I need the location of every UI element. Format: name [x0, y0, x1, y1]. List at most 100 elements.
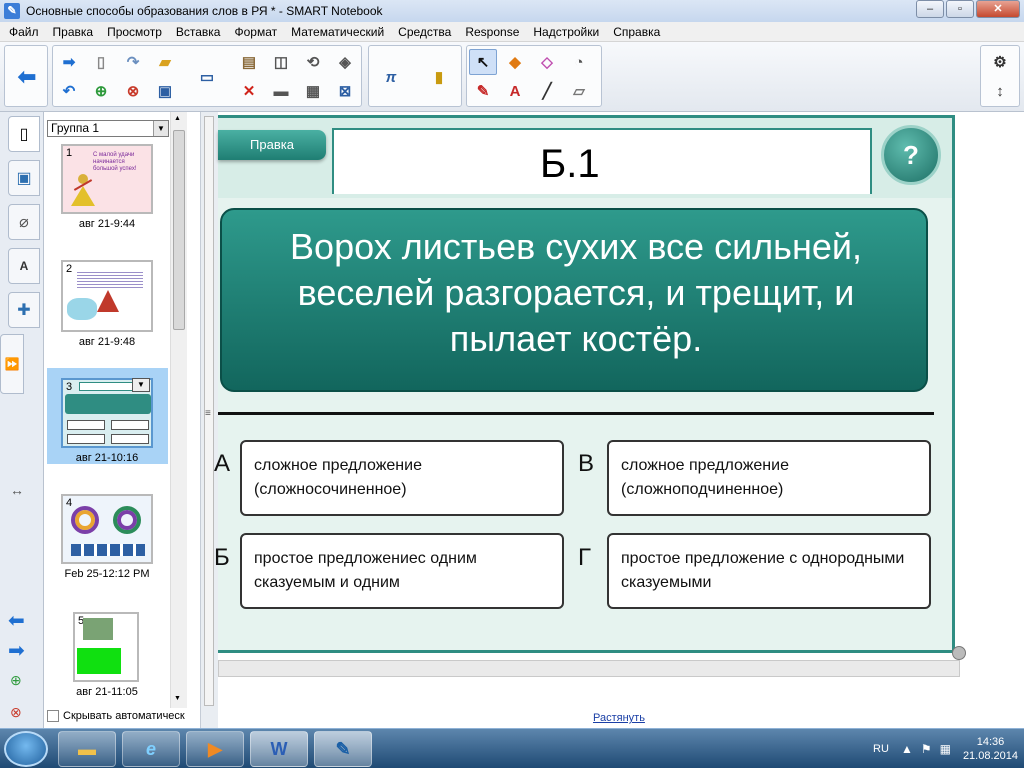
table-icon[interactable]: ▦ [299, 78, 327, 104]
back-arrow-icon[interactable]: ⬅ [13, 64, 41, 90]
menu-file[interactable]: Файл [2, 22, 46, 42]
start-button-icon[interactable] [4, 731, 48, 767]
clock[interactable]: 14:36 21.08.2014 [963, 735, 1018, 763]
gear-icon[interactable]: ⚙ [986, 49, 1014, 75]
side-tab-rail: ▯ ▣ ⌀ A ✚ ⏩ ↔ ⬅ ➡ ⊕ ⊗ [0, 112, 44, 728]
addons-tab-icon[interactable]: ✚ [8, 292, 40, 328]
draw-tools-group: ↖ ◆ ◇ ◔ ✎ A ╱ ▱ [466, 45, 602, 107]
redo-icon[interactable]: ↷ [119, 49, 147, 75]
add-page-side-icon[interactable]: ⊕ [10, 672, 22, 689]
sorter-scrollbar[interactable]: ▲ ▼ [170, 112, 187, 708]
rotate-icon[interactable]: ⟲ [299, 49, 327, 75]
answer-b[interactable]: простое предложениес одним сказуемым и о… [240, 533, 564, 609]
magic-eraser-icon[interactable]: ▱ [565, 78, 593, 104]
next-page-icon[interactable]: ➡ [8, 638, 25, 663]
prev-page-icon[interactable]: ⬅ [8, 608, 25, 633]
maximize-button[interactable]: ▫ [946, 0, 974, 18]
answer-a[interactable]: сложное предложение (сложносочиненное) [240, 440, 564, 516]
language-indicator[interactable]: RU [873, 743, 889, 755]
add-page-icon[interactable]: ⊕ [87, 78, 115, 104]
fill-icon[interactable]: ◔ [565, 49, 593, 75]
open-folder-icon[interactable]: ▰ [151, 49, 179, 75]
scroll-up-icon[interactable]: ▲ [174, 115, 181, 122]
slide-title[interactable]: Б.1 [540, 142, 600, 187]
network-icon[interactable]: ▦ [940, 742, 951, 756]
word-icon[interactable]: W [250, 731, 308, 767]
delete-page-icon[interactable]: ⊗ [119, 78, 147, 104]
page-menu-chevron-icon[interactable]: ▼ [132, 378, 150, 392]
sorter-scroll-thumb[interactable] [173, 130, 185, 330]
thumb-question-box [65, 394, 151, 414]
question-box[interactable]: Ворох листьев сухих все сильней, веселей… [220, 208, 928, 392]
menu-addons[interactable]: Надстройки [526, 22, 606, 42]
attachments-tab-icon[interactable]: ⌀ [8, 204, 40, 240]
expand-panel-icon[interactable]: ⏩ [0, 334, 24, 394]
screen-shade-icon[interactable]: ▬ [267, 78, 295, 104]
close-tool-icon[interactable]: ⊠ [331, 78, 359, 104]
properties-tab-icon[interactable]: A [8, 248, 40, 284]
text-icon[interactable]: A [501, 78, 529, 104]
gallery-tab-icon[interactable]: ▣ [8, 160, 40, 196]
undo-icon[interactable]: ↶ [55, 78, 83, 104]
media-player-icon[interactable]: ▶ [186, 731, 244, 767]
menu-edit[interactable]: Правка [46, 22, 101, 42]
canvas-scrollbar[interactable] [218, 660, 960, 677]
hide-auto-option[interactable]: Скрывать автоматическ [47, 710, 185, 722]
chevron-down-icon[interactable]: ▼ [153, 121, 168, 136]
answer-g[interactable]: простое предложение с однородными сказуе… [607, 533, 931, 609]
capture-icon[interactable]: ◫ [267, 49, 295, 75]
page-time: авг 21-11:05 [76, 686, 138, 698]
gallery-icon[interactable]: ◈ [331, 49, 359, 75]
menu-view[interactable]: Просмотр [100, 22, 169, 42]
help-button[interactable]: ? [881, 125, 941, 185]
flag-icon[interactable]: ⚑ [921, 742, 932, 756]
pravka-button[interactable]: Правка [218, 130, 326, 160]
hide-auto-checkbox[interactable] [47, 710, 59, 722]
stretch-link[interactable]: Растянуть [593, 712, 645, 724]
pens-icon[interactable]: ✎ [469, 78, 497, 104]
menu-response[interactable]: Response [458, 22, 526, 42]
answer-letter-a: А [214, 450, 231, 477]
screen-icon[interactable]: ▭ [193, 64, 221, 90]
panel-splitter[interactable]: ≡ [200, 112, 218, 728]
toolbar: ⬅ ➡ ↶ ▯ ⊕ ↷ ⊗ ▰ ▣ ▭ ▤ ✕ ◫ ▬ ⟲ ▦ ◈ ⊠ π ▮ … [0, 42, 1024, 112]
page-sorter-tab-icon[interactable]: ▯ [8, 116, 40, 152]
line-icon[interactable]: ╱ [533, 78, 561, 104]
close-button[interactable]: ✕ [976, 0, 1020, 18]
paste-icon[interactable]: ▤ [235, 49, 263, 75]
page-thumb-4[interactable]: 4 [61, 494, 153, 564]
pi-icon[interactable]: π [377, 64, 405, 90]
answer-v[interactable]: сложное предложение (сложноподчиненное) [607, 440, 931, 516]
select-pointer-icon[interactable]: ↖ [469, 49, 497, 75]
shapes-icon[interactable]: ◆ [501, 49, 529, 75]
addon-icon[interactable]: ▮ [425, 64, 453, 90]
scroll-down-icon[interactable]: ▼ [174, 695, 181, 702]
save-icon[interactable]: ▣ [151, 78, 179, 104]
thumb-cloud [67, 298, 97, 320]
forward-arrow-icon[interactable]: ➡ [55, 49, 83, 75]
thumb-photo [83, 618, 113, 640]
move-toolbar-icon[interactable]: ↕ [986, 78, 1014, 104]
menu-format[interactable]: Формат [227, 22, 284, 42]
explorer-icon[interactable]: ▬ [58, 731, 116, 767]
resize-arrows-icon[interactable]: ↔ [10, 482, 24, 498]
main-tools-group: ➡ ↶ ▯ ⊕ ↷ ⊗ ▰ ▣ ▭ ▤ ✕ ◫ ▬ ⟲ ▦ ◈ ⊠ [52, 45, 362, 107]
menu-insert[interactable]: Вставка [169, 22, 228, 42]
smart-notebook-taskbar-icon[interactable]: ✎ [314, 731, 372, 767]
page-thumb-1[interactable]: 1 С малой удачи начинается большой успех… [61, 144, 153, 214]
eraser-icon[interactable]: ◇ [533, 49, 561, 75]
chevron-up-icon[interactable]: ▲ [901, 742, 913, 756]
page-resize-handle[interactable] [952, 646, 966, 660]
page-thumb-5[interactable]: 5 [73, 612, 139, 682]
page-thumb-2[interactable]: 2 [61, 260, 153, 332]
group-dropdown[interactable]: Группа 1 ▼ [47, 120, 169, 137]
minimize-button[interactable]: – [916, 0, 944, 18]
whiteboard-canvas[interactable]: Б.1 Правка ? Ворох листьев сухих все сил… [214, 112, 1024, 728]
menu-math[interactable]: Математический [284, 22, 391, 42]
menu-tools[interactable]: Средства [391, 22, 458, 42]
menu-help[interactable]: Справка [606, 22, 667, 42]
blank-page-icon[interactable]: ▯ [87, 49, 115, 75]
delete-icon[interactable]: ✕ [235, 78, 263, 104]
delete-page-side-icon[interactable]: ⊗ [10, 704, 22, 721]
internet-explorer-icon[interactable]: e [122, 731, 180, 767]
